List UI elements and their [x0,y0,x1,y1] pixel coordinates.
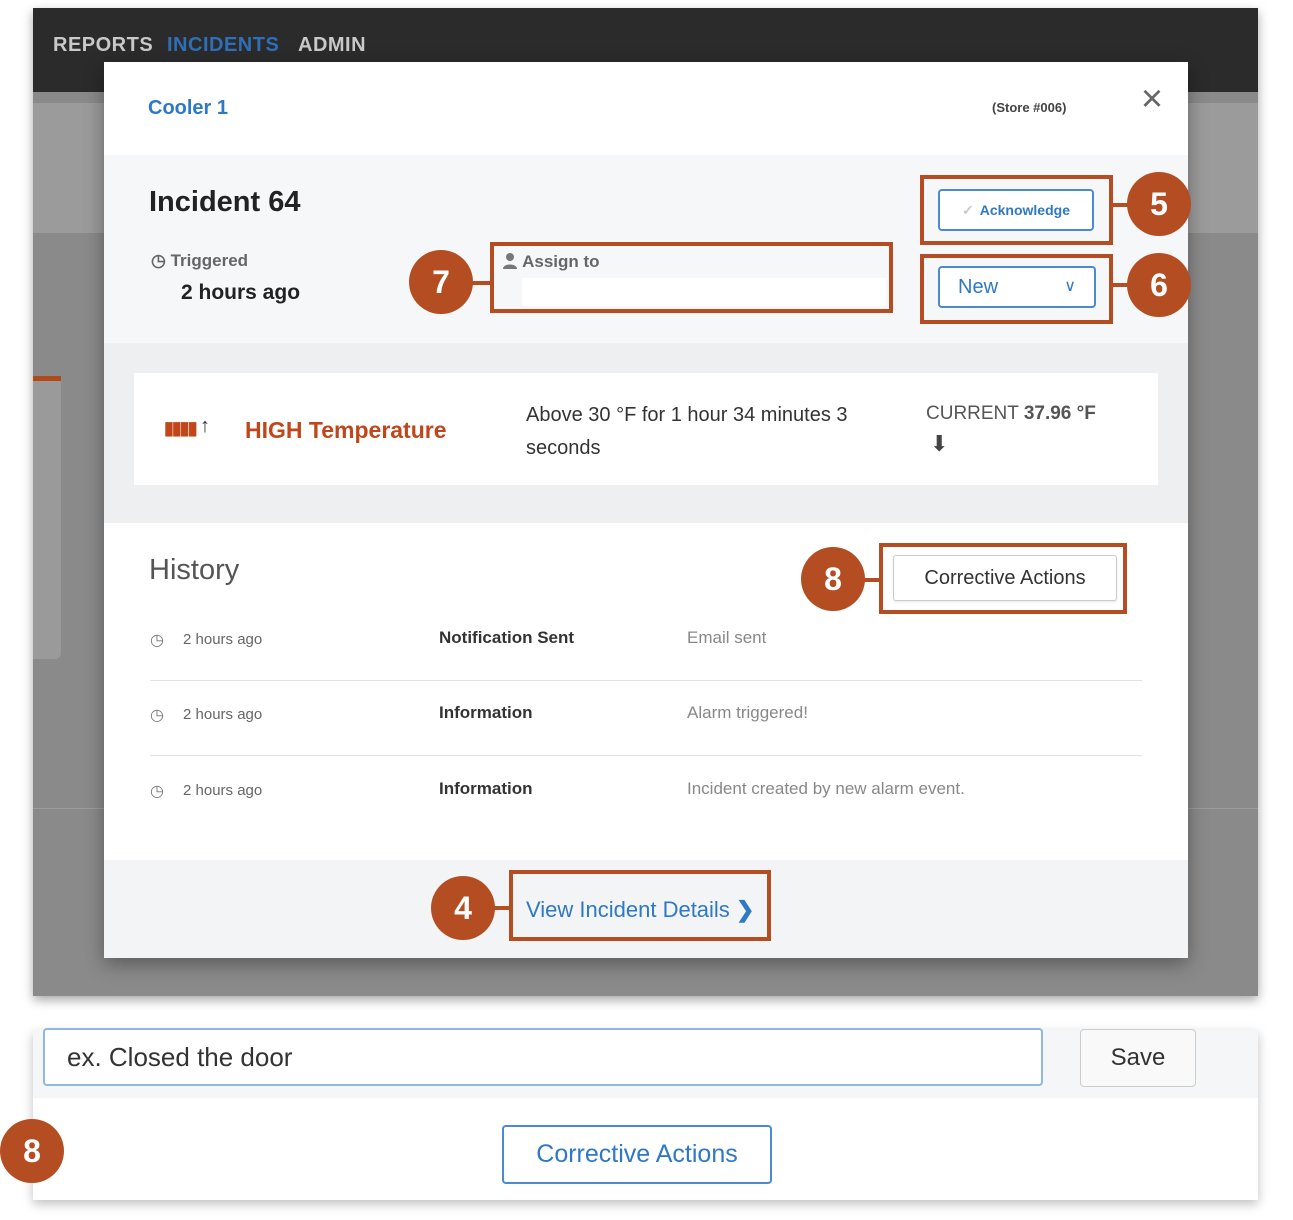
history-type: Information [439,703,533,722]
nav-item-incidents[interactable]: INCIDENTS [167,34,279,57]
callout-connector-6 [1112,283,1128,287]
callout-badge-7: 7 [409,250,473,314]
history-row: ◷ 2 hours ago Information Incident creat… [150,755,1142,831]
save-button[interactable]: Save [1080,1029,1196,1087]
current-label: CURRENT [926,403,1019,424]
background-panel [33,376,61,659]
callout-badge-6: 6 [1127,253,1191,317]
history-time: 2 hours ago [183,782,263,799]
store-label: (Store #006) [992,100,1067,115]
alarm-description: Above 30 °F for 1 hour 34 minutes 3 seco… [526,404,848,459]
history-title: History [149,554,240,586]
history-type: Information [439,779,533,798]
nav-item-reports[interactable]: REPORTS [53,34,153,57]
triggered-time: 2 hours ago [181,281,301,304]
history-time: 2 hours ago [183,706,263,723]
callout-badge-4: 4 [431,876,495,940]
clock-icon: ◷ [151,251,166,270]
history-message: Alarm triggered! [687,703,808,722]
history-type: Notification Sent [439,628,575,647]
corrective-actions-panel: Save Corrective Actions [33,1028,1258,1200]
current-reading: CURRENT 37.96 °F [926,403,1096,425]
triggered-label-row: ◷ Triggered [151,251,248,271]
close-icon[interactable]: × [1134,80,1170,120]
alarm-type: HIGH Temperature [245,417,447,443]
callout-badge-8: 8 [801,547,865,611]
history-message: Incident created by new alarm event. [687,779,965,798]
cooler-title[interactable]: Cooler 1 [148,97,228,120]
triggered-label: Triggered [170,251,249,270]
arrow-down-icon: ⬇ [930,431,949,456]
clock-icon: ◷ [150,632,164,649]
clock-icon: ◷ [150,707,164,724]
current-value: 37.96 °F [1023,403,1096,424]
callout-box-8 [879,543,1127,614]
history-time: 2 hours ago [183,631,263,648]
history-row: ◷ 2 hours ago Notification Sent Email se… [150,604,1142,681]
callout-box-6 [920,254,1113,324]
callout-badge-8b: 8 [0,1119,64,1183]
callout-connector-5 [1112,203,1128,207]
callout-box-4 [509,870,771,941]
arrow-up-icon: ↑ [200,415,210,437]
alarm-card: ▮▮▮▮ ↑ HIGH Temperature Above 30 °F for … [134,373,1158,485]
clock-icon: ◷ [150,783,164,800]
incident-title: Incident 64 [149,186,301,218]
corrective-note-input[interactable] [43,1028,1043,1086]
history-row: ◷ 2 hours ago Information Alarm triggere… [150,679,1142,756]
callout-connector-7 [470,281,492,285]
nav-item-admin[interactable]: ADMIN [298,34,366,57]
history-message: Email sent [687,628,767,647]
callout-box-7 [490,242,893,313]
callout-box-5 [920,175,1113,245]
corrective-actions-button-bottom[interactable]: Corrective Actions [502,1125,772,1184]
callout-badge-5: 5 [1127,172,1191,236]
thermometer-bars-icon: ▮▮▮▮ [164,418,198,438]
